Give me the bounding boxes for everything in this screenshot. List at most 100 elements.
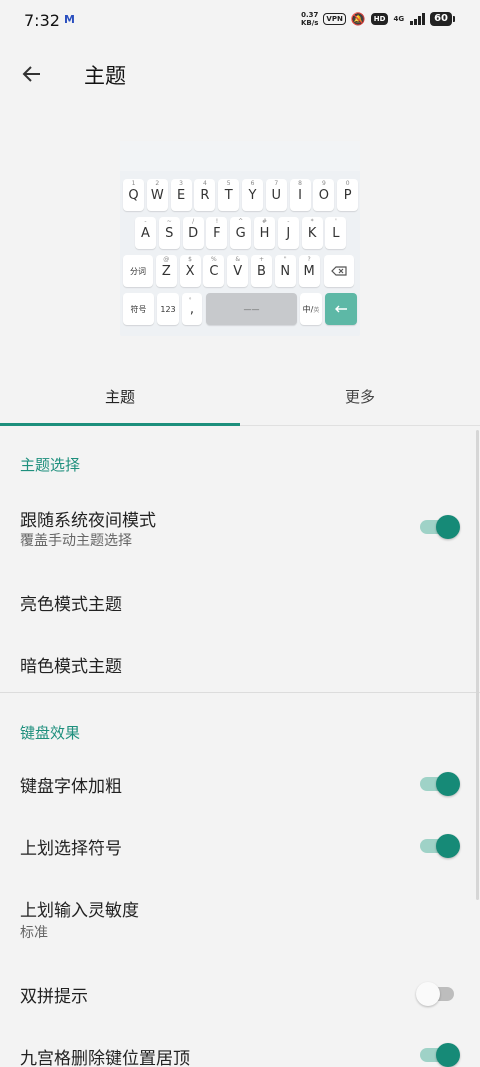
scrollbar[interactable] [476, 430, 479, 900]
mail-notification-icon: M [64, 13, 75, 26]
key-hint: ' [335, 218, 337, 225]
key-g: ^ G [230, 217, 252, 249]
key-r: 4R [194, 179, 216, 211]
setting-title: 双拼提示 [20, 987, 88, 1007]
key-hint: ! [215, 218, 219, 225]
key-label: M [303, 263, 315, 279]
key-label: P [343, 187, 352, 203]
tab-more[interactable]: 更多 [240, 368, 480, 424]
key-label: Y [248, 187, 257, 203]
key-h: # H [254, 217, 275, 249]
key-label: T [224, 187, 233, 203]
key-comma-label: , [189, 301, 195, 317]
key-i: 8I [289, 179, 311, 211]
key-hint: + [258, 256, 265, 263]
key-hint: 8 [298, 180, 302, 187]
tab-theme[interactable]: 主题 [0, 368, 240, 424]
key-hint: 9 [321, 180, 326, 187]
key-d: / D [182, 217, 204, 249]
key-label: R [200, 187, 210, 203]
key-lang-sub: 英 [313, 306, 320, 314]
key-hint: ^ [238, 218, 244, 225]
key-u: 7U [265, 179, 287, 211]
network-type: 4G [393, 15, 405, 23]
page-title: 主题 [84, 64, 126, 88]
key-numbers: 123 [157, 293, 179, 325]
setting-swipe-sensitivity[interactable]: 上划输入灵敏度 标准 [0, 886, 480, 948]
key-hint: ~ [166, 218, 172, 225]
tab-active-indicator [0, 423, 240, 426]
key-hint: & [235, 256, 241, 263]
back-button[interactable] [14, 56, 50, 92]
backspace-icon [331, 266, 347, 276]
key-f: ! F [206, 217, 228, 249]
key-hint: 7 [274, 180, 279, 187]
setting-shuangpin-hint[interactable]: 双拼提示 [0, 962, 480, 1024]
setting-title: 亮色模式主题 [20, 595, 122, 615]
setting-follow-night-mode[interactable]: 跟随系统夜间模式 覆盖手动主题选择 [0, 494, 480, 560]
key-comma: 。 , [182, 293, 202, 325]
section-header-keyboard: 键盘效果 [20, 724, 81, 742]
toggle-switch-bold-font[interactable] [418, 771, 460, 796]
key-label: D [188, 225, 199, 241]
network-speed-value: 0.37 [301, 11, 319, 19]
signal-strength-icon [410, 13, 426, 25]
toggle-switch-nine-grid-delete[interactable] [418, 1042, 460, 1067]
toggle-switch-follow-night[interactable] [418, 514, 460, 539]
key-z: @ Z [155, 255, 177, 287]
setting-nine-grid-delete[interactable]: 九宫格删除键位置居顶 [0, 1024, 480, 1067]
keyboard-candidate-bar [120, 141, 360, 171]
setting-bold-font[interactable]: 键盘字体加粗 [0, 752, 480, 814]
key-hint: ? [307, 256, 311, 263]
key-label: X [185, 263, 195, 279]
keyboard-row-4: 符号 123 。 , —— 中/英 [120, 293, 360, 325]
setting-title: 九宫格删除键位置居顶 [20, 1049, 190, 1067]
setting-title: 上划选择符号 [20, 839, 122, 859]
key-label: J [286, 225, 291, 241]
key-label: S [165, 225, 174, 241]
setting-dark-theme[interactable]: 暗色模式主题 [0, 632, 480, 692]
key-split-word: 分词 [123, 255, 153, 287]
key-b: + B [251, 255, 272, 287]
switch-thumb [436, 1043, 460, 1067]
key-hint: 1 [131, 180, 136, 187]
key-hint: / [192, 218, 195, 225]
vpn-icon: VPN [323, 13, 346, 25]
key-l: ' L [325, 217, 347, 249]
switch-thumb [436, 834, 460, 858]
key-hint: 3 [179, 180, 183, 187]
key-label: W [150, 187, 164, 203]
key-hint: - [144, 218, 147, 225]
keyboard-row-2: - A ~ S / D! F ^ G # H - J * K ' L [120, 217, 360, 249]
key-p: 0P [337, 179, 359, 211]
key-label: H [259, 225, 270, 241]
setting-subtitle: 标准 [20, 925, 48, 941]
switch-thumb [436, 772, 460, 796]
toggle-switch-shuangpin[interactable] [416, 981, 458, 1006]
arrow-left-icon [22, 66, 40, 82]
setting-title: 上划输入灵敏度 [20, 901, 139, 921]
toggle-switch-swipe-symbol[interactable] [418, 833, 460, 858]
keyboard-row-3: 分词 @ Z $ X% C & V + B " N? M [120, 255, 360, 287]
key-w: 2W [146, 179, 168, 211]
setting-swipe-symbol[interactable]: 上划选择符号 [0, 814, 480, 876]
key-symbols: 符号 [123, 293, 154, 325]
key-hint: $ [188, 256, 192, 263]
key-k: * K [301, 217, 323, 249]
key-o: 9O [313, 179, 335, 211]
key-hint: 2 [155, 180, 160, 187]
section-header-theme: 主题选择 [20, 456, 81, 474]
key-n: " N [274, 255, 296, 287]
switch-thumb [416, 982, 440, 1006]
setting-light-theme[interactable]: 亮色模式主题 [0, 570, 480, 630]
key-label: G [235, 225, 246, 241]
key-hint: * [310, 218, 314, 225]
app-bar: 主题 [0, 50, 480, 98]
key-space: —— [206, 293, 297, 325]
keyboard-row-1: 1Q2W3E4R5T6Y7U8I9O0P [120, 179, 360, 211]
key-label: O [318, 187, 329, 203]
keyboard-theme-preview[interactable]: 1Q2W3E4R5T6Y7U8I9O0P - A ~ S / D! F ^ G # H - J * K ' L … [120, 141, 360, 336]
key-label: F [213, 225, 221, 241]
network-speed-unit: KB/s [300, 19, 319, 27]
key-enter [325, 293, 357, 325]
